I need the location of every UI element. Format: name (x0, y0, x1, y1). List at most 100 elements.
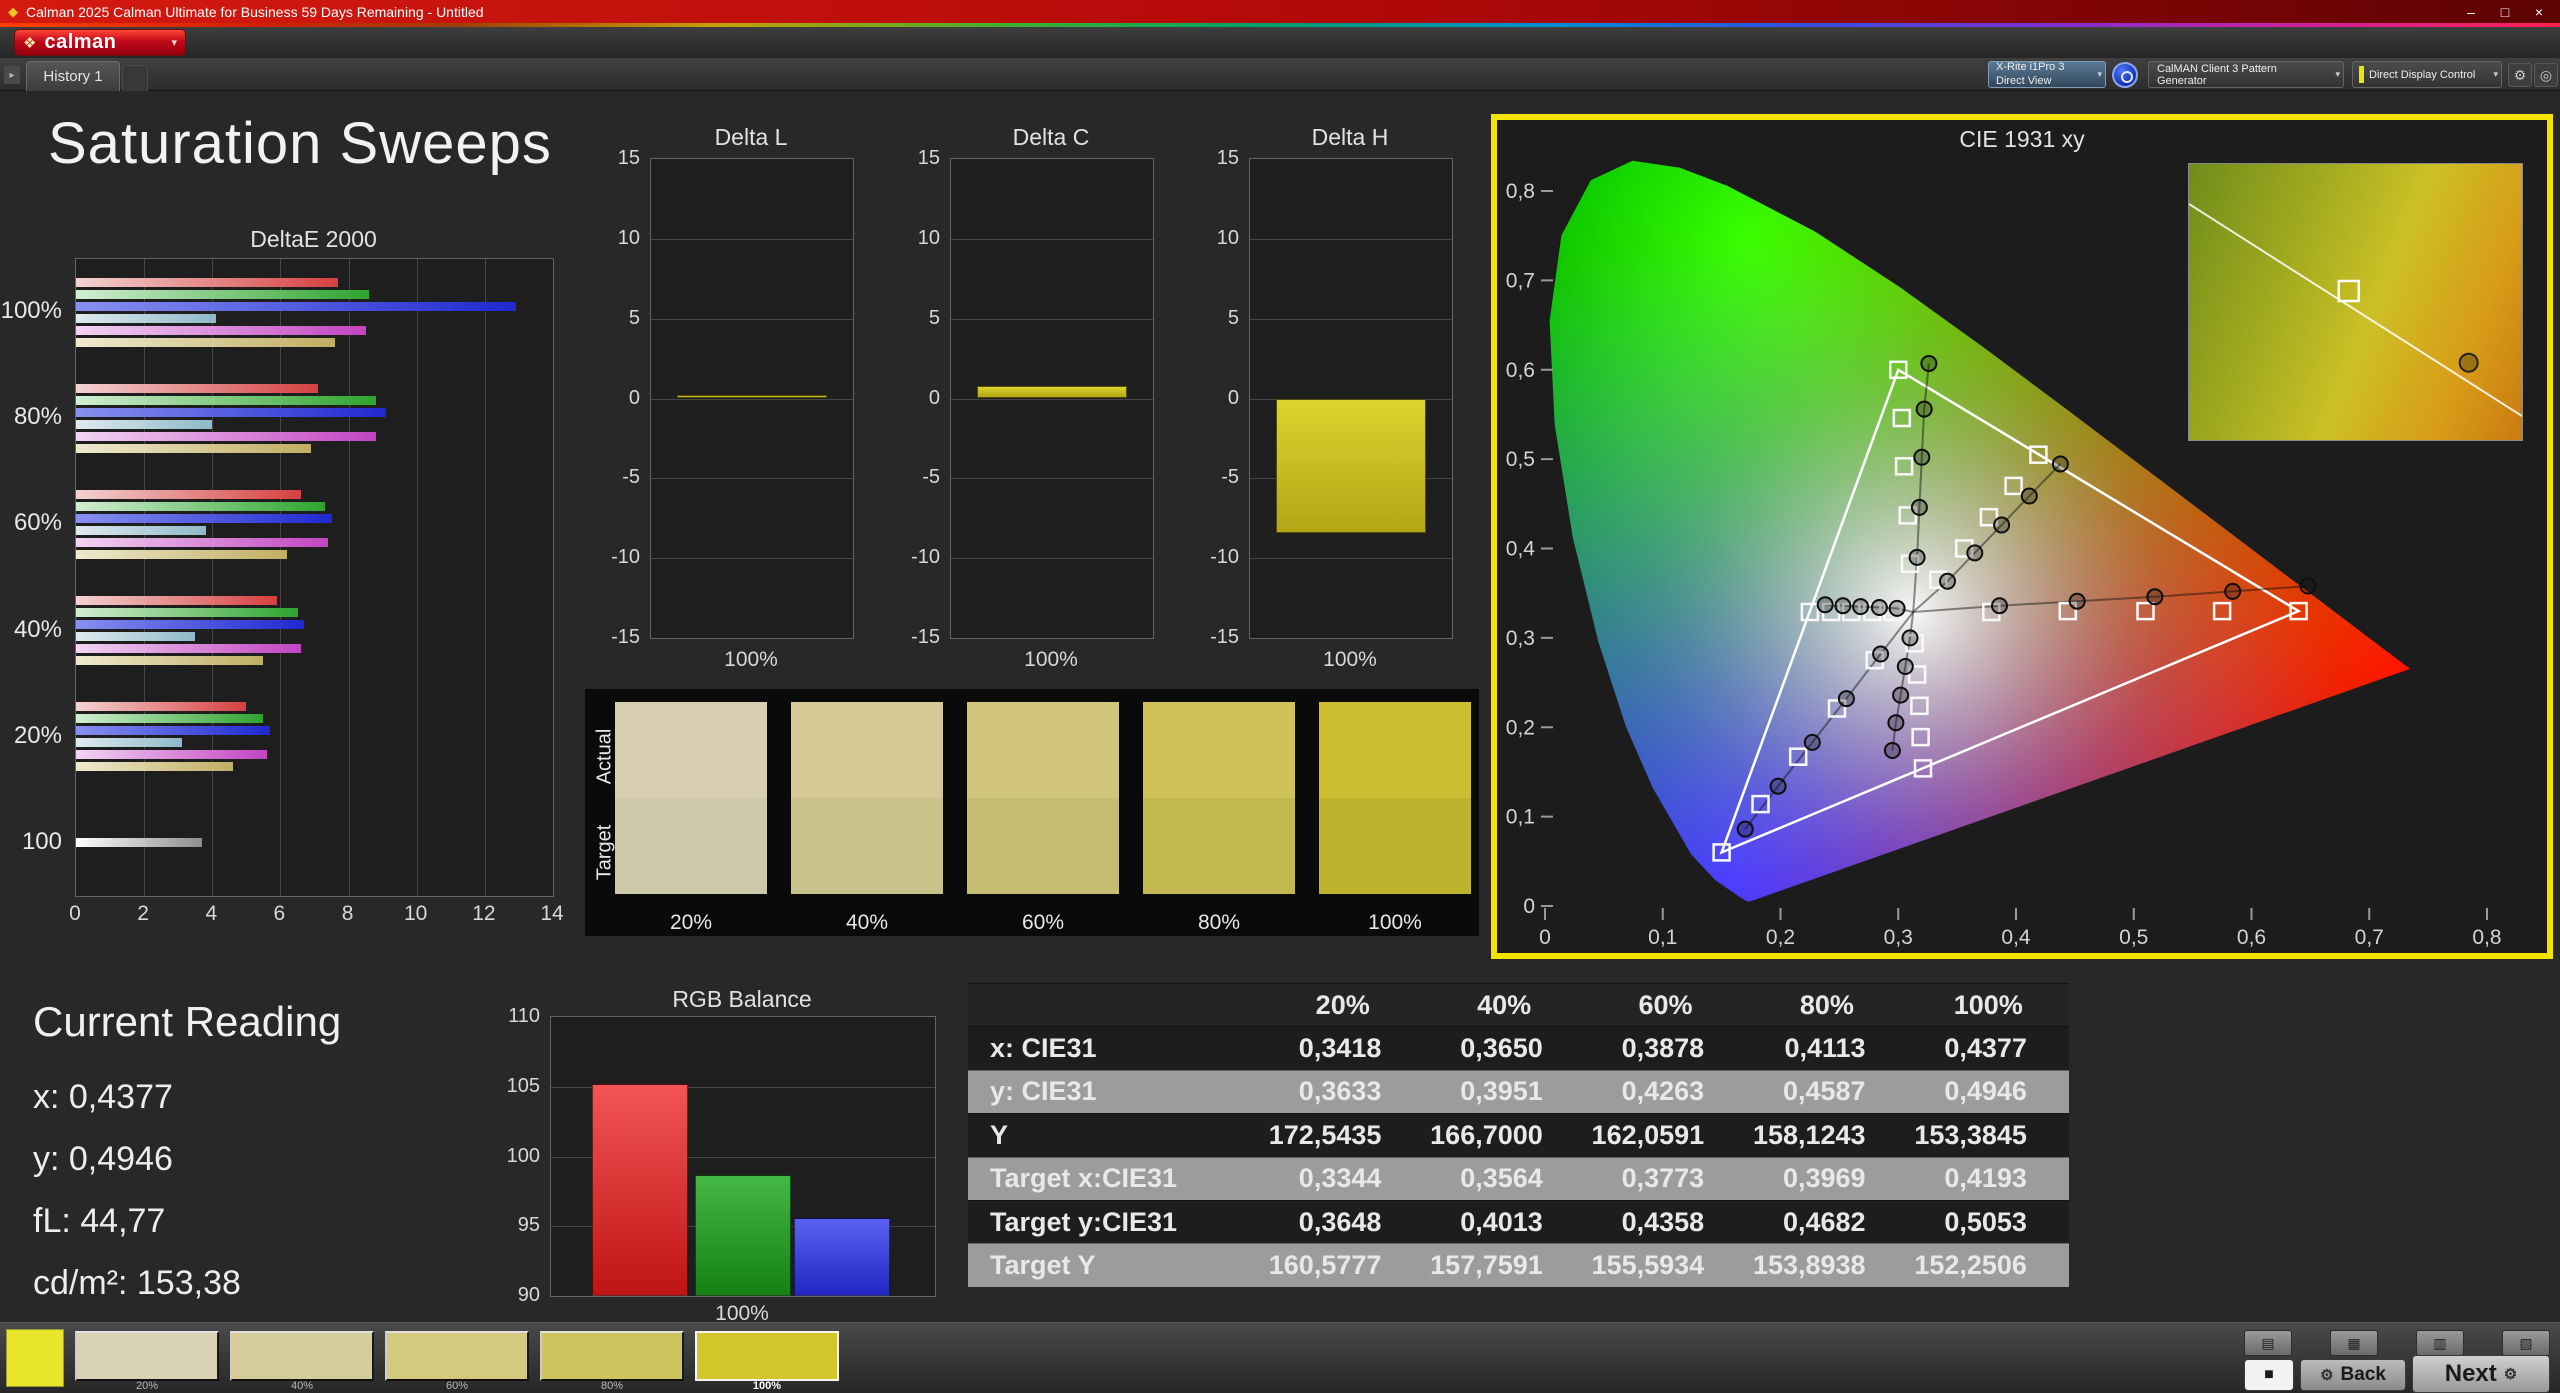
next-label: Next (2445, 1360, 2497, 1388)
x-tick-label: 4 (189, 902, 233, 926)
tab-bar: ▸ History 1 X-Rite i1Pro 3 Direct View ▾… (0, 58, 2560, 91)
gridline (651, 558, 853, 559)
pattern-swatch-100%[interactable] (695, 1331, 839, 1381)
gridline (651, 478, 853, 479)
measured-marker-cyan (1853, 599, 1868, 614)
column-header: 80% (1746, 990, 1907, 1021)
pattern-generator-button[interactable]: CalMAN Client 3 Pattern Generator ▾ (2148, 61, 2344, 88)
de-bar-red (76, 702, 246, 711)
layout-view-button-3[interactable]: ▥ (2416, 1330, 2464, 1356)
row-label: Target Y (968, 1250, 1262, 1281)
de-bar-blue (76, 514, 332, 523)
meter-selector-button[interactable]: X-Rite i1Pro 3 Direct View ▾ (1988, 61, 2106, 88)
measured-marker-cyan (1872, 600, 1887, 615)
table-row: y: CIE310,36330,39510,42630,45870,4946 (968, 1070, 2069, 1113)
y-tick-label: -10 (911, 546, 940, 569)
next-button[interactable]: Next ⚙ (2412, 1355, 2550, 1393)
settings-gear-button[interactable]: ⚙ (2508, 63, 2532, 87)
gridline (951, 319, 1153, 320)
tab-scroll-button[interactable]: ▸ (4, 66, 20, 84)
table-row: Target x:CIE310,33440,35640,37730,39690,… (968, 1157, 2069, 1200)
cie-zoom-markers (2189, 164, 2522, 440)
cie-zoom-inset (2188, 163, 2523, 441)
table-cell: 155,5934 (1585, 1250, 1746, 1281)
y-tick-label: 0 (629, 387, 640, 410)
measured-marker-yellow (1967, 545, 1982, 560)
y-tick-label: -15 (611, 626, 640, 649)
column-header: 20% (1262, 990, 1423, 1021)
table-cell: 157,7591 (1423, 1250, 1584, 1281)
row-label: Y (968, 1120, 1262, 1151)
deltae-category-labels: 100%80%60%40%20%100 (6, 258, 68, 895)
pattern-swatch-20%[interactable] (75, 1331, 219, 1381)
y-tick-label: 5 (929, 307, 940, 330)
tab-history-1[interactable]: History 1 (26, 61, 120, 91)
pattern-swatch-80%[interactable] (540, 1331, 684, 1381)
measured-marker-red (2147, 589, 2162, 604)
close-button[interactable]: × (2524, 2, 2554, 21)
measured-marker-blue (1839, 691, 1854, 706)
layout-view-button-2[interactable]: ▦ (2330, 1330, 2378, 1356)
back-button[interactable]: ⚙ Back (2300, 1359, 2406, 1391)
de-bar-red (76, 384, 318, 393)
layout-view-button-1[interactable]: ▤ (2244, 1330, 2292, 1356)
value-bar (1276, 399, 1426, 533)
table-cell: 162,0591 (1585, 1120, 1746, 1151)
actual-swatch-100% (1319, 702, 1471, 798)
x-tick-label: 0,1 (1648, 926, 1677, 949)
stop-button[interactable]: ■ (2244, 1359, 2294, 1391)
gridline (212, 259, 213, 896)
table-row: x: CIE310,34180,36500,38780,41130,4377 (968, 1026, 2069, 1069)
x-tick-label: 0,6 (2237, 926, 2266, 949)
reading-line: y: 0,4946 (33, 1128, 241, 1190)
y-tick-label: -15 (911, 626, 940, 649)
chevron-down-icon: ▾ (2493, 69, 2498, 80)
row-label: x: CIE31 (968, 1033, 1262, 1064)
x-tick-label: 0,4 (2001, 926, 2031, 949)
current-reading-values: x: 0,4377y: 0,4946fL: 44,77cd/m²: 153,38 (33, 1066, 241, 1314)
layout-view-button-4[interactable]: ▧ (2502, 1330, 2550, 1356)
de-bar-green (76, 714, 263, 723)
pattern-swatch-40%[interactable] (230, 1331, 374, 1381)
de-bar-blue (76, 408, 386, 417)
category-label: 20% (0, 722, 62, 750)
de-bar-yellow (76, 444, 311, 453)
measured-marker-cyan (1818, 597, 1833, 612)
pattern-swatch-60%[interactable] (385, 1331, 529, 1381)
rgb-bar-red (592, 1084, 688, 1296)
column-header: 100% (1908, 990, 2069, 1021)
table-cell: 0,3773 (1585, 1163, 1746, 1194)
column-header: 40% (1423, 990, 1584, 1021)
table-cell: 166,7000 (1423, 1120, 1584, 1151)
table-cell: 0,3648 (1262, 1207, 1423, 1238)
column-header: 60% (1585, 990, 1746, 1021)
maximize-button[interactable]: □ (2490, 2, 2520, 21)
de-bar-green (76, 502, 325, 511)
swatch-column-label: 80% (1143, 911, 1295, 935)
de-bar-magenta (76, 326, 366, 335)
gridline (280, 259, 281, 896)
de-bar-red (76, 490, 301, 499)
tab-stub[interactable] (122, 65, 148, 91)
rgb-y-labels: 1101051009590 (496, 1016, 544, 1295)
target-swatch-80% (1143, 798, 1295, 894)
y-tick-label: 90 (518, 1284, 540, 1307)
minimize-button[interactable]: – (2456, 2, 2486, 21)
pattern-swatch-label: 40% (230, 1380, 374, 1392)
display-control-button[interactable]: Direct Display Control ▾ (2352, 61, 2502, 88)
gridline (1250, 319, 1452, 320)
y-tick-label: -5 (1221, 466, 1239, 489)
reading-line: fL: 44,77 (33, 1190, 241, 1252)
measured-marker-red (2225, 584, 2240, 599)
y-tick-label: -10 (611, 546, 640, 569)
calman-menu-button[interactable]: ❖ calman ▾ (14, 29, 186, 56)
current-color-chip (6, 1329, 64, 1387)
y-tick-label: 0,2 (1506, 716, 1535, 739)
actual-swatch-20% (615, 702, 767, 798)
x-tick-label: 10 (394, 902, 438, 926)
table-cell: 0,4113 (1746, 1033, 1907, 1064)
x-tick-label: 0,8 (2472, 926, 2501, 949)
actual-row-label: Actual (594, 709, 617, 805)
session-power-button[interactable]: ◎ (2534, 63, 2558, 87)
table-row: Target y:CIE310,36480,40130,43580,46820,… (968, 1200, 2069, 1243)
